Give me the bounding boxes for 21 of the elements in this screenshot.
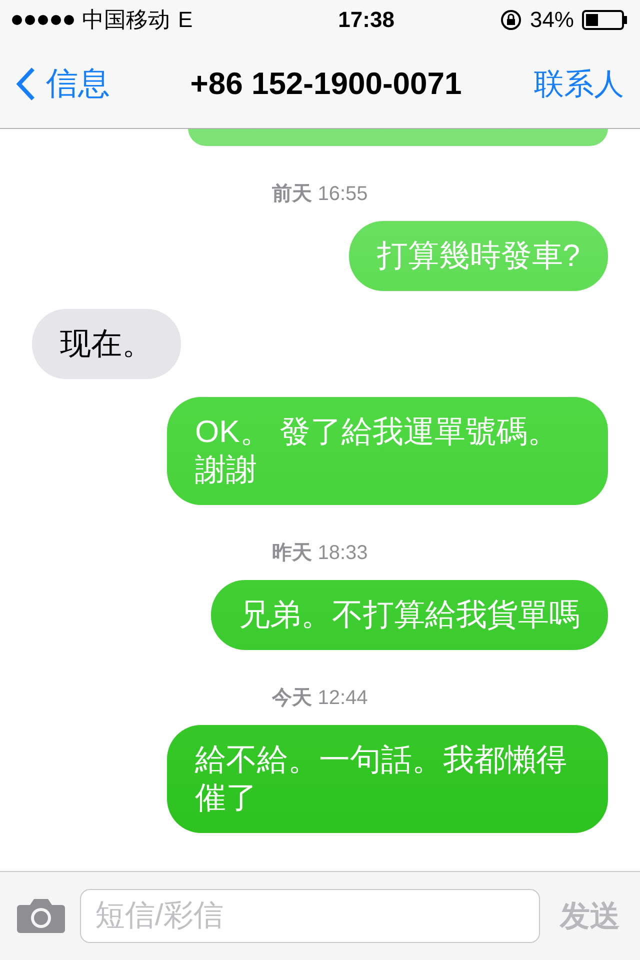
back-chevron-icon bbox=[16, 67, 36, 101]
message-field[interactable]: 短信/彩信 bbox=[80, 889, 540, 943]
sent-message: 兄弟。不打算給我貨單嗎 bbox=[211, 580, 608, 650]
rotation-lock-icon bbox=[500, 9, 522, 31]
timestamp: 前天 16:55 bbox=[272, 182, 368, 207]
battery-percent: 34% bbox=[530, 7, 574, 33]
contact-button[interactable]: 联系人 bbox=[534, 64, 624, 104]
battery-icon bbox=[582, 10, 628, 30]
timestamp: 昨天 18:33 bbox=[272, 541, 368, 566]
carrier-name: 中国移动 bbox=[82, 6, 170, 34]
sent-message: 給不給。一句話。我都懶得催了 bbox=[167, 725, 608, 833]
clock: 17:38 bbox=[337, 7, 396, 33]
contact-number: +86 152-1900-0071 bbox=[189, 66, 463, 102]
sent-message: 打算幾時發車? bbox=[348, 221, 608, 291]
timestamp: 今天 12:44 bbox=[272, 686, 368, 711]
camera-icon[interactable] bbox=[16, 897, 66, 935]
back-button[interactable]: 信息 bbox=[16, 62, 110, 106]
signal-icon bbox=[12, 15, 74, 25]
network-type: E bbox=[178, 7, 193, 33]
sent-message: OK。 發了給我運單號碼。謝謝 bbox=[167, 397, 608, 505]
received-message: 现在。 bbox=[32, 309, 181, 379]
